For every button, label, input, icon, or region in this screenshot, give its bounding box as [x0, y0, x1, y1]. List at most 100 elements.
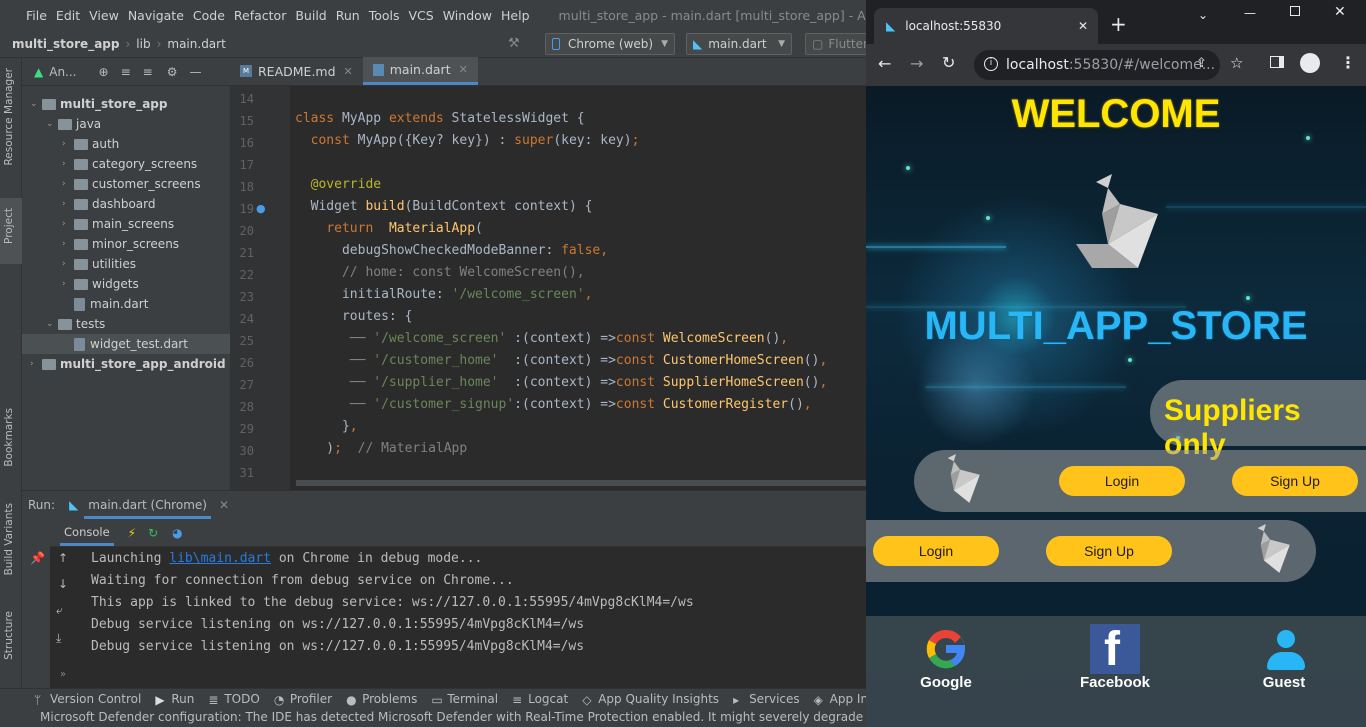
more-menu-icon[interactable]: ⋮ [1340, 53, 1356, 72]
tab-readme[interactable]: M README.md ✕ [230, 57, 363, 85]
browser-tab[interactable]: ◣ localhost:55830 ✕ [874, 8, 1098, 44]
tab-search-chevron-icon[interactable]: ⌄ [1198, 8, 1208, 22]
scroll-to-end-icon[interactable]: ⤓ [56, 631, 61, 646]
close-icon[interactable]: ✕ [219, 498, 229, 512]
tree-item[interactable]: › customer_screens [22, 174, 230, 194]
run-tool[interactable]: ▶ Run [155, 692, 194, 708]
devtools-icon[interactable]: ◕ [172, 526, 182, 540]
project-tab[interactable]: Project [3, 208, 15, 244]
side-panel-icon[interactable] [1270, 56, 1284, 68]
pin-icon[interactable]: 📌 [30, 551, 45, 565]
expand-all-icon[interactable]: ≡ [121, 65, 131, 79]
breadcrumb-file[interactable]: main.dart [167, 37, 225, 51]
console-file-link[interactable]: lib\main.dart [169, 551, 271, 566]
chevron-right-icon[interactable]: › [62, 279, 74, 289]
close-icon[interactable]: ✕ [344, 65, 353, 78]
menu-navigate[interactable]: Navigate [128, 8, 184, 23]
address-bar[interactable]: i localhost :55830/#/welcome... ⇪ [974, 50, 1220, 80]
device-selector[interactable]: Chrome (web) ▼ [545, 33, 675, 55]
share-icon[interactable]: ⇪ [1196, 56, 1207, 71]
scroll-up-icon[interactable]: ↑ [58, 551, 68, 565]
guest-label[interactable]: Guest [1234, 674, 1334, 691]
project-view-selector[interactable]: An... [49, 65, 76, 79]
profile-avatar-icon[interactable] [1300, 53, 1320, 73]
soft-wrap-icon[interactable]: ⤶ [56, 603, 63, 618]
guest-login-button[interactable] [1266, 630, 1306, 672]
tree-item[interactable]: › widgets [22, 274, 230, 294]
more-icon[interactable]: » [60, 669, 66, 680]
console-tab[interactable]: Console [60, 519, 114, 546]
run-config-selector[interactable]: ◣ main.dart ▼ [686, 33, 792, 55]
chevron-right-icon[interactable]: › [62, 139, 74, 149]
tree-item[interactable]: › dashboard [22, 194, 230, 214]
tree-item[interactable]: main.dart [22, 294, 230, 314]
chevron-right-icon[interactable]: › [62, 259, 74, 269]
menu-run[interactable]: Run [336, 8, 360, 23]
tree-item[interactable]: › main_screens [22, 214, 230, 234]
todo-tool[interactable]: ≣ TODO [208, 692, 259, 708]
override-marker-icon[interactable]: ● [256, 202, 266, 215]
close-window-icon[interactable]: ✕ [1334, 4, 1346, 20]
hammer-icon[interactable]: ⚒ [508, 36, 520, 51]
menu-file[interactable]: File [26, 8, 47, 23]
customer-login-button[interactable]: Login [873, 536, 999, 566]
hot-reload-icon[interactable]: ⚡ [128, 526, 136, 540]
scroll-down-icon[interactable]: ↓ [58, 577, 68, 591]
profiler-tool[interactable]: ◔ Profiler [274, 692, 332, 708]
menu-code[interactable]: Code [193, 8, 225, 23]
locate-icon[interactable]: ⊕ [99, 65, 109, 79]
minimize-icon[interactable]: — [1244, 6, 1256, 20]
forward-icon[interactable]: → [910, 54, 923, 73]
menu-window[interactable]: Window [443, 8, 492, 23]
menu-refactor[interactable]: Refactor [234, 8, 286, 23]
chevron-down-icon[interactable]: ⌄ [30, 99, 42, 109]
close-icon[interactable]: ✕ [459, 63, 468, 76]
new-tab-icon[interactable]: + [1110, 12, 1127, 36]
back-icon[interactable]: ← [878, 54, 891, 73]
menu-vcs[interactable]: VCS [409, 8, 434, 23]
run-config-tab[interactable]: main.dart (Chrome) [84, 492, 211, 519]
tree-item[interactable]: › multi_store_app_android [22, 354, 230, 374]
flutter-button[interactable]: ▢ Flutter [805, 33, 875, 55]
info-icon[interactable]: i [984, 57, 998, 71]
logcat-tool[interactable]: ≡ Logcat [512, 692, 568, 708]
tree-item[interactable]: ⌄ java [22, 114, 230, 134]
google-login-button[interactable] [921, 624, 971, 674]
breadcrumb-folder[interactable]: lib [136, 37, 150, 51]
tree-item[interactable]: widget_test.dart [22, 334, 230, 354]
bookmarks-tab[interactable]: Bookmarks [3, 408, 15, 467]
breadcrumb-project[interactable]: multi_store_app [12, 37, 119, 51]
chevron-right-icon[interactable]: › [62, 199, 74, 209]
chevron-down-icon[interactable]: ⌄ [46, 119, 58, 129]
tree-item[interactable]: ⌄ multi_store_app [22, 94, 230, 114]
chevron-right-icon[interactable]: › [62, 179, 74, 189]
bookmark-star-icon[interactable]: ☆ [1230, 54, 1243, 72]
menu-build[interactable]: Build [295, 8, 326, 23]
menu-tools[interactable]: Tools [369, 8, 400, 23]
facebook-label[interactable]: Facebook [1065, 674, 1165, 691]
menu-edit[interactable]: Edit [56, 8, 80, 23]
facebook-login-button[interactable]: f [1090, 623, 1140, 676]
tree-item[interactable]: › auth [22, 134, 230, 154]
tree-item[interactable]: › utilities [22, 254, 230, 274]
version-control-tool[interactable]: ᛘ Version Control [34, 692, 141, 708]
menu-help[interactable]: Help [501, 8, 530, 23]
customer-signup-button[interactable]: Sign Up [1046, 536, 1172, 566]
terminal-tool[interactable]: ▭ Terminal [431, 692, 498, 708]
tab-main-dart[interactable]: main.dart ✕ [362, 57, 478, 85]
app-inspection-tool[interactable]: ◈ App In [814, 692, 868, 708]
reload-icon[interactable]: ↻ [942, 53, 955, 72]
collapse-all-icon[interactable]: ≡ [143, 65, 153, 79]
build-variants-tab[interactable]: Build Variants [3, 503, 15, 575]
chevron-down-icon[interactable]: ⌄ [46, 319, 58, 329]
tree-item[interactable]: › category_screens [22, 154, 230, 174]
horizontal-scrollbar[interactable] [296, 480, 866, 486]
menu-view[interactable]: View [89, 8, 119, 23]
problems-tool[interactable]: ● Problems [346, 692, 417, 708]
maximize-icon[interactable] [1290, 6, 1300, 16]
chevron-right-icon[interactable]: › [62, 239, 74, 249]
supplier-login-button[interactable]: Login [1059, 466, 1185, 496]
google-label[interactable]: Google [896, 674, 996, 691]
gear-icon[interactable]: ⚙ [167, 65, 178, 79]
app-quality-insights-tool[interactable]: ◇ App Quality Insights [582, 692, 719, 708]
